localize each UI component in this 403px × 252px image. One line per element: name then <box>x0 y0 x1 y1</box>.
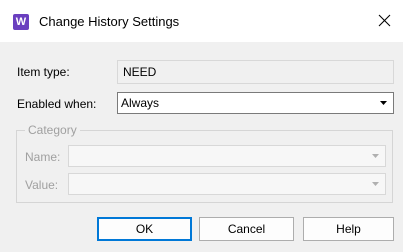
title-bar: W Change History Settings <box>0 0 403 42</box>
category-legend: Category <box>25 123 80 137</box>
close-icon <box>378 14 390 26</box>
cancel-button[interactable]: Cancel <box>199 217 294 241</box>
dropdown-arrow-icon <box>372 182 379 186</box>
ok-button[interactable]: OK <box>97 217 192 241</box>
item-type-field: NEED <box>117 60 394 84</box>
enabled-when-combo[interactable]: Always <box>117 92 394 114</box>
window-title: Change History Settings <box>39 14 180 29</box>
app-w-icon: W <box>13 14 29 30</box>
category-value-combo[interactable] <box>68 173 386 195</box>
category-name-label: Name: <box>25 150 61 164</box>
dropdown-arrow-icon <box>372 154 379 158</box>
enabled-when-value: Always <box>121 96 160 110</box>
help-button[interactable]: Help <box>303 217 394 241</box>
dialog-body: Item type: NEED Enabled when: Always Cat… <box>0 42 403 252</box>
category-value-label: Value: <box>25 178 59 192</box>
dropdown-arrow-icon <box>380 101 387 105</box>
item-type-label: Item type: <box>17 65 70 79</box>
enabled-when-label: Enabled when: <box>17 97 97 111</box>
category-name-combo[interactable] <box>68 145 386 167</box>
close-button[interactable] <box>365 0 403 40</box>
change-history-settings-dialog: W Change History Settings Item type: NEE… <box>0 0 403 252</box>
